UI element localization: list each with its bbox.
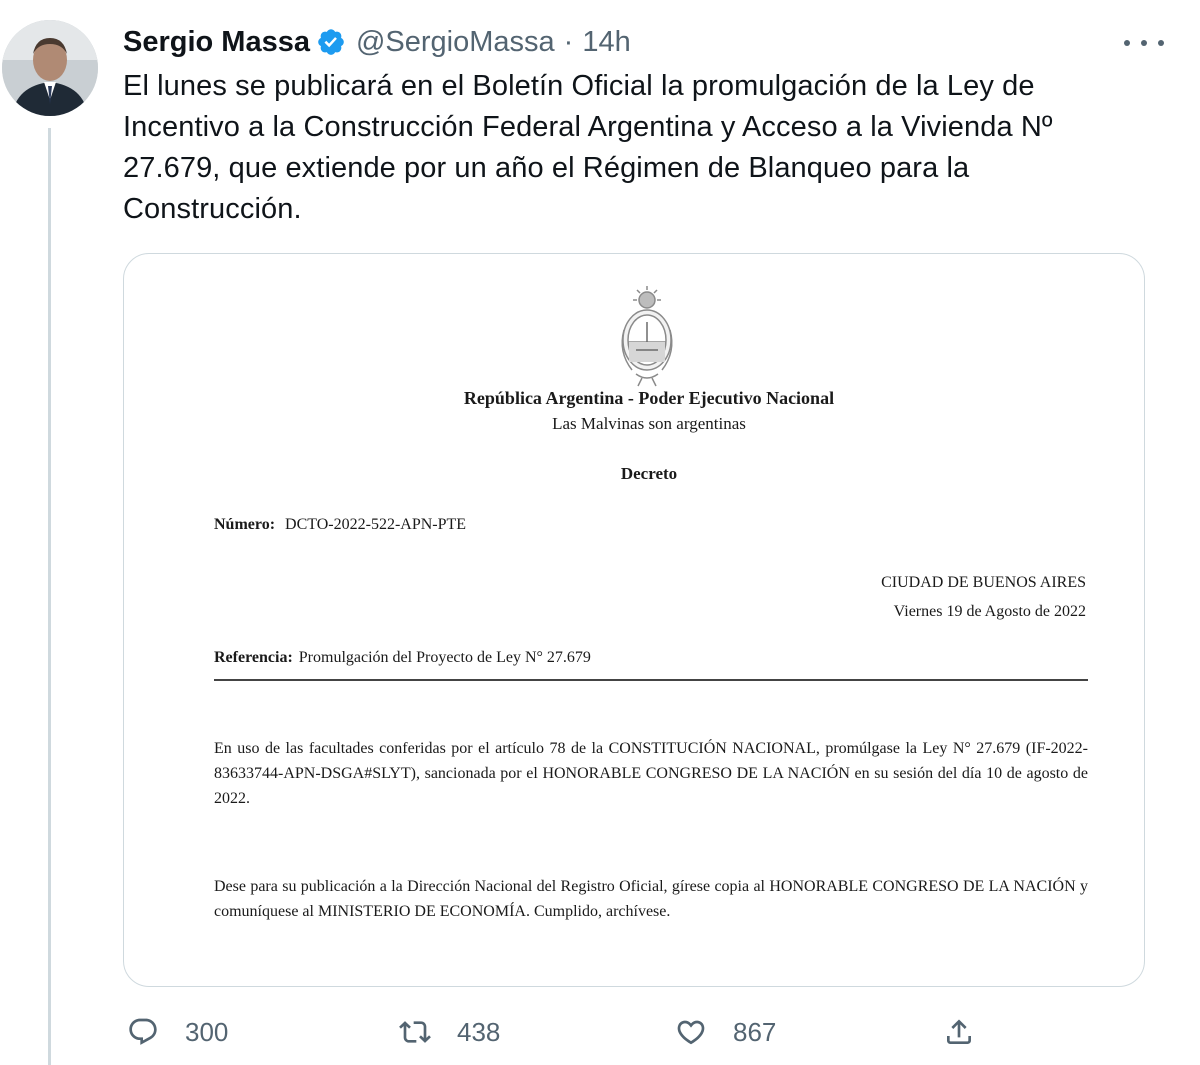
reply-icon xyxy=(129,1018,157,1045)
retweet-icon xyxy=(399,1021,431,1043)
document-place-date: CIUDAD DE BUENOS AIRES Viernes 19 de Ago… xyxy=(881,568,1086,626)
more-dot xyxy=(1124,40,1130,46)
decree-document: República Argentina - Poder Ejecutivo Na… xyxy=(124,254,1144,986)
document-title: República Argentina - Poder Ejecutivo Na… xyxy=(463,388,835,408)
tweet-media-image[interactable]: República Argentina - Poder Ejecutivo Na… xyxy=(123,253,1145,987)
avatar[interactable] xyxy=(2,20,98,116)
more-dot xyxy=(1141,40,1147,46)
more-dot xyxy=(1158,40,1164,46)
more-options-icon[interactable] xyxy=(1124,28,1164,58)
reference-value: Promulgación del Proyecto de Ley N° 27.6… xyxy=(298,649,591,666)
tweet-text: El lunes se publicará en el Boletín Ofic… xyxy=(123,70,1053,225)
separator-dot: · xyxy=(563,25,574,58)
document-divider xyxy=(214,679,1088,681)
thread-line xyxy=(48,128,51,1065)
reply-count: 300 xyxy=(185,1016,229,1047)
tweet-actions: 300 438 867 xyxy=(123,1010,1003,1054)
share-icon xyxy=(947,1019,971,1044)
tweet-header: Sergio Massa @SergioMassa · 14h xyxy=(123,22,631,62)
retweet-button[interactable]: 438 xyxy=(399,1010,500,1054)
author-handle[interactable]: @SergioMassa xyxy=(356,26,555,59)
document-date: Viernes 19 de Agosto de 2022 xyxy=(893,603,1086,620)
reply-button[interactable]: 300 xyxy=(127,1010,228,1054)
like-count: 867 xyxy=(733,1016,777,1047)
heart-icon xyxy=(677,1020,705,1045)
coat-of-arms-icon xyxy=(621,286,673,387)
document-city: CIUDAD DE BUENOS AIRES xyxy=(881,574,1086,591)
retweet-count: 438 xyxy=(457,1016,501,1047)
document-motto: Las Malvinas son argentinas xyxy=(552,414,746,433)
avatar-photo xyxy=(2,20,98,116)
verified-badge-icon xyxy=(316,27,346,57)
document-number: Número: DCTO-2022-522-APN-PTE xyxy=(214,516,466,534)
like-button[interactable]: 867 xyxy=(675,1010,776,1054)
document-paragraph-1: En uso de las facultades conferidas por … xyxy=(214,740,1088,807)
number-label: Número: xyxy=(214,516,276,533)
reference-label: Referencia: xyxy=(214,649,293,666)
document-paragraph-2: Dese para su publicación a la Dirección … xyxy=(214,878,1088,920)
document-reference: Referencia: Promulgación del Proyecto de … xyxy=(214,649,591,667)
number-value: DCTO-2022-522-APN-PTE xyxy=(285,516,467,533)
author-name[interactable]: Sergio Massa xyxy=(123,26,310,59)
timestamp[interactable]: 14h xyxy=(582,26,630,59)
share-button[interactable] xyxy=(943,1010,975,1054)
document-type: Decreto xyxy=(620,464,678,483)
